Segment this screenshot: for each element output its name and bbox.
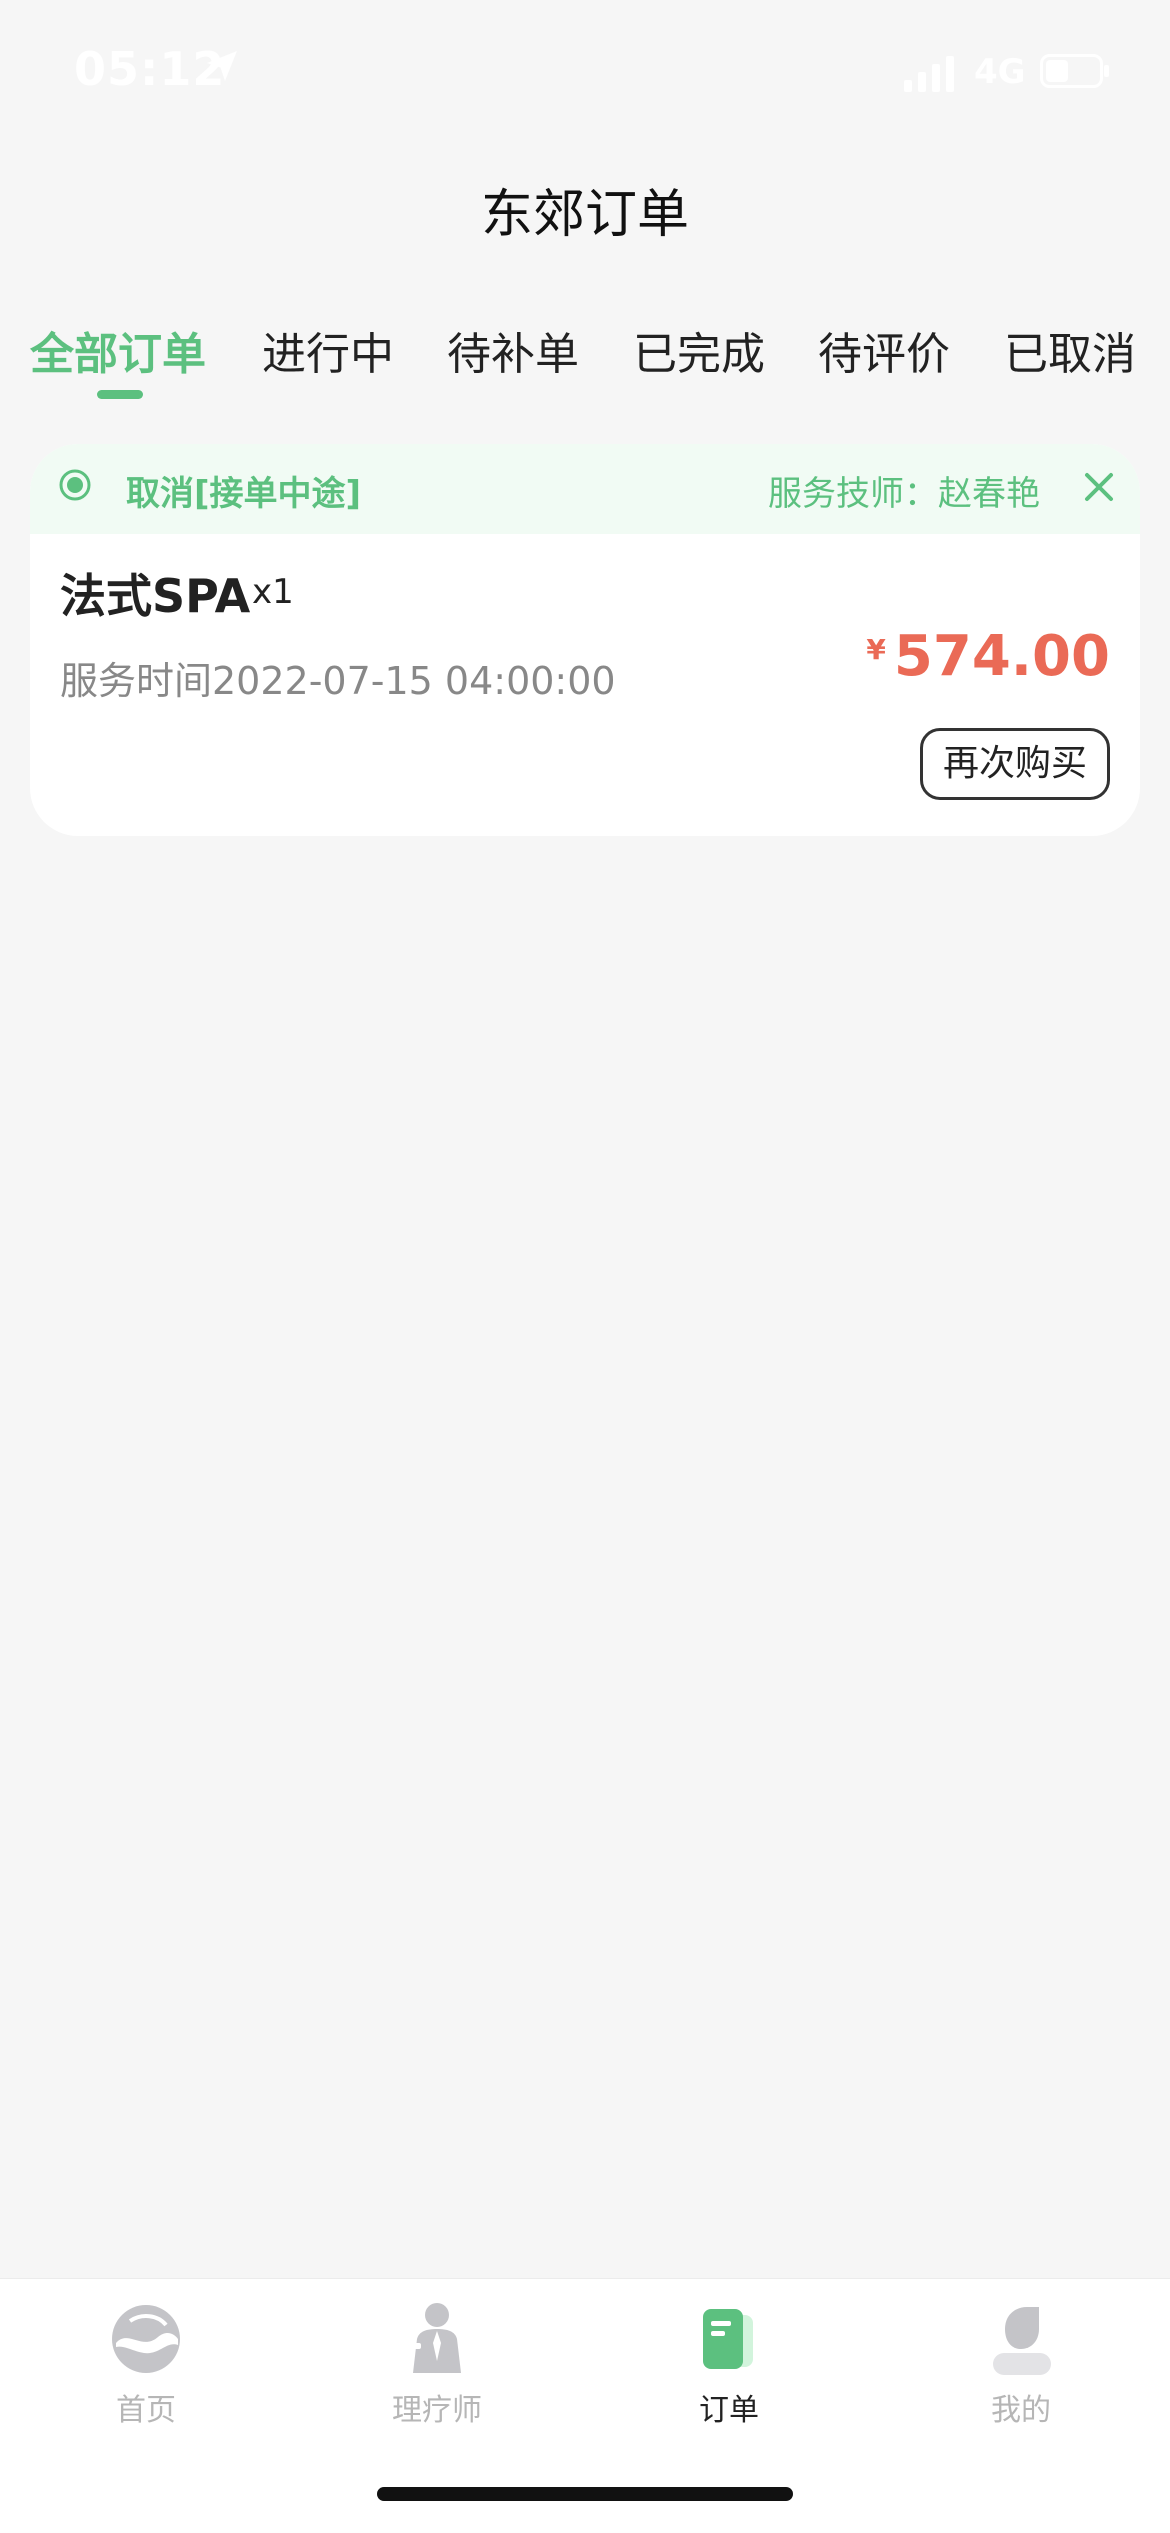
active-tab-indicator: [97, 390, 143, 399]
tab-pending-supplement[interactable]: 待补单: [447, 318, 579, 382]
order-status: 取消[接单中途]: [126, 474, 362, 514]
order-price: ¥574.00: [866, 624, 1110, 689]
home-indicator: [377, 2487, 793, 2501]
tab-in-progress[interactable]: 进行中: [262, 318, 394, 382]
order-tabs: 全部订单 进行中 待补单 已完成 待评价 已取消: [0, 318, 1170, 408]
rebuy-button[interactable]: 再次购买: [920, 728, 1110, 800]
order-card[interactable]: 取消[接单中途] 服务技师：赵春艳 法式SPA x1 服务时间2022-07-1…: [30, 444, 1140, 836]
price-currency: ¥: [866, 633, 886, 666]
tab-all-orders[interactable]: 全部订单: [30, 318, 206, 382]
nav-label-home: 首页: [116, 2393, 176, 2428]
service-time: 服务时间2022-07-15 04:00:00: [60, 659, 616, 703]
page-title: 东郊订单: [480, 185, 689, 245]
tab-pending-review[interactable]: 待评价: [818, 318, 950, 382]
tab-cancelled[interactable]: 已取消: [1004, 318, 1136, 382]
nav-item-therapist[interactable]: 理疗师: [337, 2299, 537, 2429]
network-type: 4G: [974, 52, 1026, 92]
close-icon[interactable]: [1084, 472, 1114, 502]
nav-item-profile[interactable]: 我的: [921, 2299, 1121, 2429]
tab-completed[interactable]: 已完成: [633, 318, 765, 382]
battery-icon: [1040, 54, 1109, 88]
status-radio-icon: [59, 469, 91, 501]
nav-item-orders[interactable]: 订单: [629, 2299, 829, 2429]
nav-label-therapist: 理疗师: [392, 2393, 482, 2428]
order-card-header: 取消[接单中途] 服务技师：赵春艳: [30, 444, 1140, 534]
profile-icon: [993, 2307, 1051, 2375]
home-icon: [112, 2305, 180, 2373]
therapist-icon: [411, 2303, 461, 2373]
status-time: 05:12: [74, 42, 226, 96]
technician-label: 服务技师：赵春艳: [768, 474, 1040, 514]
order-icon: [703, 2309, 753, 2369]
location-arrow-icon: [207, 51, 237, 81]
nav-label-profile: 我的: [991, 2393, 1051, 2428]
product-quantity: x1: [252, 572, 294, 612]
signal-icon: [904, 56, 954, 92]
price-value: 574.00: [893, 624, 1110, 689]
status-bar: 05:12 4G: [0, 0, 1170, 140]
nav-item-home[interactable]: 首页: [46, 2299, 246, 2429]
nav-label-orders: 订单: [699, 2393, 759, 2428]
product-name: 法式SPA: [60, 569, 251, 623]
